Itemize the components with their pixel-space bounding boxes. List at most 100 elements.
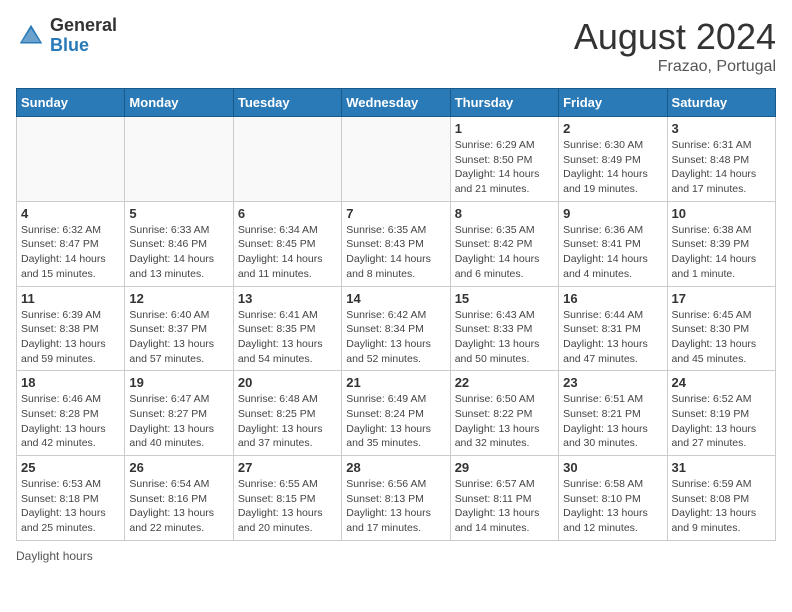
day-number: 27 (238, 460, 337, 475)
calendar-body: 1Sunrise: 6:29 AM Sunset: 8:50 PM Daylig… (17, 117, 776, 541)
day-info: Sunrise: 6:53 AM Sunset: 8:18 PM Dayligh… (21, 477, 120, 536)
day-number: 18 (21, 375, 120, 390)
day-number: 7 (346, 206, 445, 221)
day-number: 3 (672, 121, 771, 136)
day-info: Sunrise: 6:48 AM Sunset: 8:25 PM Dayligh… (238, 392, 337, 451)
day-number: 29 (455, 460, 554, 475)
month-title: August 2024 (574, 16, 776, 58)
day-info: Sunrise: 6:54 AM Sunset: 8:16 PM Dayligh… (129, 477, 228, 536)
calendar-day-header: Tuesday (233, 89, 341, 117)
logo-general-text: General (50, 16, 117, 36)
title-area: August 2024 Frazao, Portugal (574, 16, 776, 76)
day-number: 13 (238, 291, 337, 306)
calendar-cell: 18 Sunrise: 6:46 AM Sunset: 8:28 PM Dayli… (17, 371, 125, 456)
day-number: 10 (672, 206, 771, 221)
calendar-cell: 12 Sunrise: 6:40 AM Sunset: 8:37 PM Dayli… (125, 286, 233, 371)
calendar-table: SundayMondayTuesdayWednesdayThursdayFrid… (16, 88, 776, 541)
day-info: Sunrise: 6:57 AM Sunset: 8:11 PM Dayligh… (455, 477, 554, 536)
calendar-cell: 9 Sunrise: 6:36 AM Sunset: 8:41 PM Daylig… (559, 201, 667, 286)
day-number: 14 (346, 291, 445, 306)
day-info: Sunrise: 6:52 AM Sunset: 8:19 PM Dayligh… (672, 392, 771, 451)
page-header: General Blue August 2024 Frazao, Portuga… (16, 16, 776, 76)
day-info: Sunrise: 6:59 AM Sunset: 8:08 PM Dayligh… (672, 477, 771, 536)
day-number: 26 (129, 460, 228, 475)
calendar-cell: 28Sunrise: 6:56 AM Sunset: 8:13 PM Dayli… (342, 456, 450, 541)
day-number: 25 (21, 460, 120, 475)
day-number: 31 (672, 460, 771, 475)
day-info: Sunrise: 6:51 AM Sunset: 8:21 PM Dayligh… (563, 392, 662, 451)
calendar-header-row: SundayMondayTuesdayWednesdayThursdayFrid… (17, 89, 776, 117)
day-number: 21 (346, 375, 445, 390)
calendar-week-row: 11Sunrise: 6:39 AM Sunset: 8:38 PM Dayli… (17, 286, 776, 371)
calendar-cell: 13 Sunrise: 6:41 AM Sunset: 8:35 PM Dayli… (233, 286, 341, 371)
calendar-cell: 26 Sunrise: 6:54 AM Sunset: 8:16 PM Dayli… (125, 456, 233, 541)
day-info: Sunrise: 6:34 AM Sunset: 8:45 PM Dayligh… (238, 223, 337, 282)
calendar-day-header: Saturday (667, 89, 775, 117)
day-info: Sunrise: 6:49 AM Sunset: 8:24 PM Dayligh… (346, 392, 445, 451)
day-number: 2 (563, 121, 662, 136)
calendar-cell: 8 Sunrise: 6:35 AM Sunset: 8:42 PM Daylig… (450, 201, 558, 286)
calendar-cell: 27Sunrise: 6:55 AM Sunset: 8:15 PM Dayli… (233, 456, 341, 541)
day-number: 1 (455, 121, 554, 136)
day-number: 12 (129, 291, 228, 306)
logo: General Blue (16, 16, 117, 56)
day-number: 16 (563, 291, 662, 306)
day-info: Sunrise: 6:35 AM Sunset: 8:42 PM Dayligh… (455, 223, 554, 282)
calendar-week-row: 25 Sunrise: 6:53 AM Sunset: 8:18 PM Dayli… (17, 456, 776, 541)
calendar-cell: 4Sunrise: 6:32 AM Sunset: 8:47 PM Daylig… (17, 201, 125, 286)
day-number: 23 (563, 375, 662, 390)
calendar-cell: 23 Sunrise: 6:51 AM Sunset: 8:21 PM Dayli… (559, 371, 667, 456)
day-info: Sunrise: 6:41 AM Sunset: 8:35 PM Dayligh… (238, 308, 337, 367)
day-number: 17 (672, 291, 771, 306)
calendar-cell: 29 Sunrise: 6:57 AM Sunset: 8:11 PM Dayli… (450, 456, 558, 541)
day-number: 28 (346, 460, 445, 475)
calendar-cell: 30Sunrise: 6:58 AM Sunset: 8:10 PM Dayli… (559, 456, 667, 541)
calendar-cell: 20 Sunrise: 6:48 AM Sunset: 8:25 PM Dayli… (233, 371, 341, 456)
day-number: 4 (21, 206, 120, 221)
day-info: Sunrise: 6:50 AM Sunset: 8:22 PM Dayligh… (455, 392, 554, 451)
calendar-week-row: 4Sunrise: 6:32 AM Sunset: 8:47 PM Daylig… (17, 201, 776, 286)
day-info: Sunrise: 6:47 AM Sunset: 8:27 PM Dayligh… (129, 392, 228, 451)
day-info: Sunrise: 6:40 AM Sunset: 8:37 PM Dayligh… (129, 308, 228, 367)
day-info: Sunrise: 6:36 AM Sunset: 8:41 PM Dayligh… (563, 223, 662, 282)
calendar-cell: 5 Sunrise: 6:33 AM Sunset: 8:46 PM Daylig… (125, 201, 233, 286)
day-info: Sunrise: 6:46 AM Sunset: 8:28 PM Dayligh… (21, 392, 120, 451)
calendar-cell: 2 Sunrise: 6:30 AM Sunset: 8:49 PM Daylig… (559, 117, 667, 202)
day-info: Sunrise: 6:30 AM Sunset: 8:49 PM Dayligh… (563, 138, 662, 197)
day-info: Sunrise: 6:35 AM Sunset: 8:43 PM Dayligh… (346, 223, 445, 282)
day-info: Sunrise: 6:33 AM Sunset: 8:46 PM Dayligh… (129, 223, 228, 282)
day-number: 5 (129, 206, 228, 221)
day-info: Sunrise: 6:58 AM Sunset: 8:10 PM Dayligh… (563, 477, 662, 536)
calendar-cell: 25 Sunrise: 6:53 AM Sunset: 8:18 PM Dayli… (17, 456, 125, 541)
calendar-cell: 17Sunrise: 6:45 AM Sunset: 8:30 PM Dayli… (667, 286, 775, 371)
day-number: 9 (563, 206, 662, 221)
day-info: Sunrise: 6:44 AM Sunset: 8:31 PM Dayligh… (563, 308, 662, 367)
calendar-cell: 7 Sunrise: 6:35 AM Sunset: 8:43 PM Daylig… (342, 201, 450, 286)
day-info: Sunrise: 6:31 AM Sunset: 8:48 PM Dayligh… (672, 138, 771, 197)
calendar-cell (342, 117, 450, 202)
calendar-cell: 22Sunrise: 6:50 AM Sunset: 8:22 PM Dayli… (450, 371, 558, 456)
calendar-cell: 16 Sunrise: 6:44 AM Sunset: 8:31 PM Dayli… (559, 286, 667, 371)
calendar-day-header: Sunday (17, 89, 125, 117)
calendar-week-row: 1Sunrise: 6:29 AM Sunset: 8:50 PM Daylig… (17, 117, 776, 202)
calendar-cell: 11Sunrise: 6:39 AM Sunset: 8:38 PM Dayli… (17, 286, 125, 371)
calendar-cell: 21 Sunrise: 6:49 AM Sunset: 8:24 PM Dayli… (342, 371, 450, 456)
logo-icon (16, 21, 46, 51)
day-number: 8 (455, 206, 554, 221)
day-number: 11 (21, 291, 120, 306)
calendar-cell: 10Sunrise: 6:38 AM Sunset: 8:39 PM Dayli… (667, 201, 775, 286)
day-number: 6 (238, 206, 337, 221)
day-number: 20 (238, 375, 337, 390)
calendar-day-header: Monday (125, 89, 233, 117)
calendar-cell: 31 Sunrise: 6:59 AM Sunset: 8:08 PM Dayli… (667, 456, 775, 541)
day-number: 19 (129, 375, 228, 390)
calendar-cell (125, 117, 233, 202)
calendar-cell (233, 117, 341, 202)
calendar-header: SundayMondayTuesdayWednesdayThursdayFrid… (17, 89, 776, 117)
day-info: Sunrise: 6:43 AM Sunset: 8:33 PM Dayligh… (455, 308, 554, 367)
calendar-cell: 6 Sunrise: 6:34 AM Sunset: 8:45 PM Daylig… (233, 201, 341, 286)
calendar-cell: 14 Sunrise: 6:42 AM Sunset: 8:34 PM Dayli… (342, 286, 450, 371)
day-number: 24 (672, 375, 771, 390)
day-info: Sunrise: 6:42 AM Sunset: 8:34 PM Dayligh… (346, 308, 445, 367)
calendar-day-header: Wednesday (342, 89, 450, 117)
